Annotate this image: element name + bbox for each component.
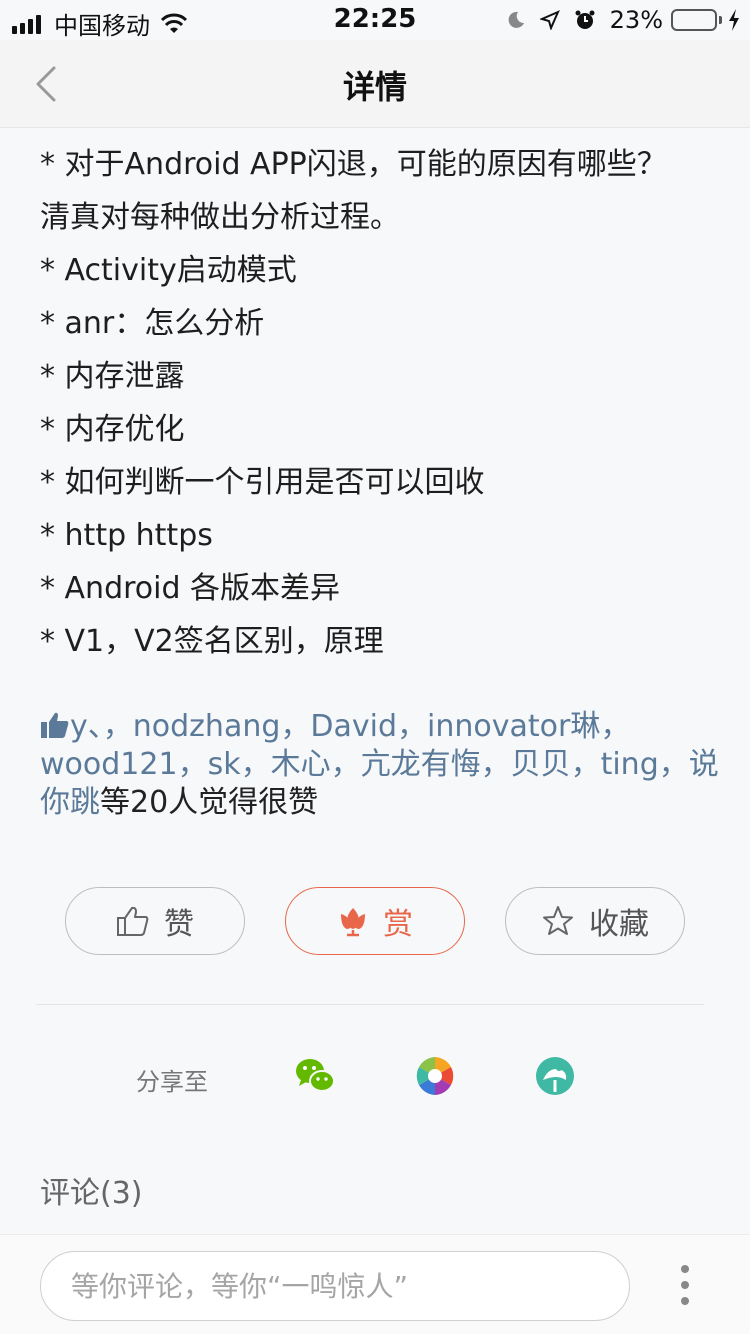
article-line: * http https [40, 518, 213, 553]
liker-separator: ， [480, 747, 511, 782]
liker-link[interactable]: innovator琳 [427, 709, 600, 744]
liker-separator: ， [330, 747, 361, 782]
alarm-icon [574, 9, 596, 31]
like-button-label: 赞 [164, 907, 194, 942]
battery-percent: 23% [609, 6, 663, 34]
liker-link[interactable]: 贝贝 [511, 747, 571, 782]
liker-separator: ， [658, 747, 689, 782]
liker-link[interactable]: 亢龙有悔 [361, 747, 481, 782]
like-button[interactable]: 赞 [65, 887, 245, 955]
charging-icon [728, 9, 740, 31]
liker-separator: ， [397, 709, 428, 744]
action-buttons: 赞 赏 收藏 [65, 887, 685, 955]
lotus-icon [341, 908, 365, 937]
liker-separator: ， [102, 709, 133, 744]
article-body: * 对于Android APP闪退，可能的原因有哪些？ 清真对每种做出分析过程。… [40, 138, 720, 668]
detail-page: 中国移动 22:25 23% 详情 * 对于Android APP闪退，可能的原… [0, 0, 750, 1334]
favorite-button[interactable]: 收藏 [505, 887, 685, 955]
liker-separator: ， [177, 747, 208, 782]
status-right: 23% [492, 6, 740, 34]
share-row: 分享至 [0, 1050, 750, 1106]
thumb-up-icon [41, 712, 69, 738]
wechat-icon[interactable] [293, 1054, 337, 1098]
divider [36, 1004, 704, 1005]
liker-link[interactable]: sk [208, 747, 241, 782]
bottom-bar [0, 1234, 750, 1334]
likes-list: y、，nodzhang，David，innovator琳，wood121，sk，… [40, 708, 720, 822]
liker-separator: ， [570, 747, 601, 782]
article-line: * Android 各版本差异 [40, 571, 341, 606]
likes-suffix: 等20人觉得很赞 [100, 785, 319, 820]
article-line: * V1，V2签名区别，原理 [40, 624, 384, 659]
liker-separator: ， [240, 747, 271, 782]
article-line: * 内存优化 [40, 412, 185, 447]
liker-link[interactable]: ting [601, 747, 659, 782]
more-icon[interactable] [674, 1265, 696, 1307]
comments-title: 评论(3) [40, 1176, 143, 1211]
article-line: 清真对每种做出分析过程。 [40, 200, 400, 235]
nav-bar: 详情 [0, 40, 750, 128]
location-icon [539, 10, 560, 30]
thumb-up-outline-icon [117, 906, 149, 936]
liker-separator: ， [280, 709, 311, 744]
reward-button[interactable]: 赏 [285, 887, 465, 955]
liker-link[interactable]: nodzhang [133, 709, 281, 744]
comment-input[interactable] [40, 1251, 630, 1321]
article-line: * Activity启动模式 [40, 253, 297, 288]
article-line: * 对于Android APP闪退，可能的原因有哪些？ [40, 147, 667, 182]
liker-link[interactable]: David [310, 709, 397, 744]
do-not-disturb-icon [506, 10, 526, 30]
status-bar: 中国移动 22:25 23% [0, 0, 750, 40]
share-other-icon[interactable] [533, 1054, 577, 1098]
favorite-button-label: 收藏 [589, 907, 649, 942]
liker-link[interactable]: 木心 [271, 747, 331, 782]
moments-icon[interactable] [413, 1054, 457, 1098]
liker-link[interactable]: y、 [70, 709, 103, 744]
reward-button-label: 赏 [383, 907, 413, 942]
share-label: 分享至 [136, 1068, 208, 1096]
article-line: * anr：怎么分析 [40, 306, 265, 341]
article-line: * 内存泄露 [40, 359, 185, 394]
article-line: * 如何判断一个引用是否可以回收 [40, 465, 485, 500]
liker-link[interactable]: wood121 [40, 747, 178, 782]
star-icon [543, 906, 573, 935]
battery-icon [671, 9, 722, 31]
page-title: 详情 [342, 68, 407, 106]
liker-separator: ， [600, 709, 631, 744]
